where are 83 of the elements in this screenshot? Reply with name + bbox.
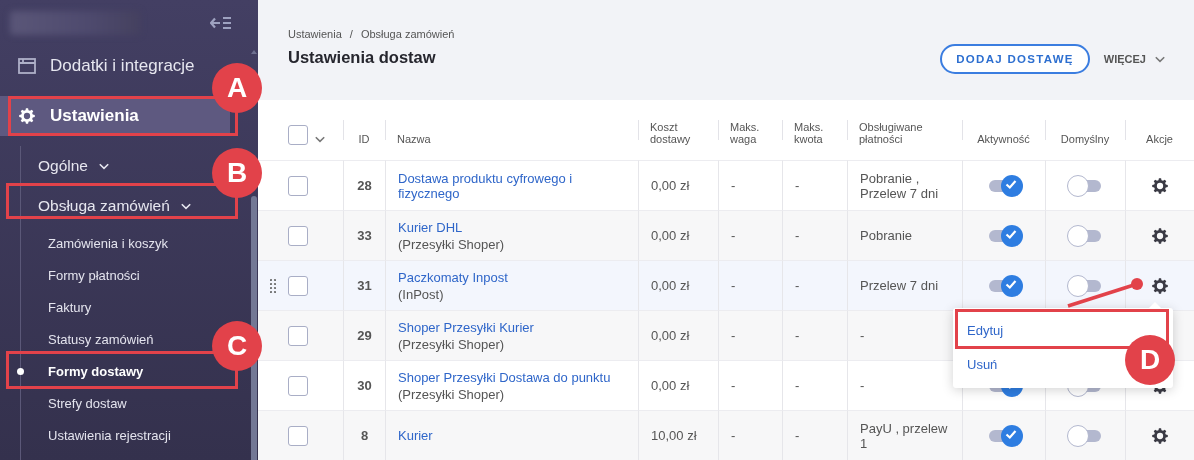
sidebar-link[interactable]: Statusy zamówień	[21, 323, 162, 355]
payments-cell: -	[860, 328, 865, 343]
id-cell: 33	[357, 228, 372, 243]
provider-label: (Przesyłki Shoper)	[398, 236, 505, 252]
max-weight-cell: -	[731, 178, 736, 193]
breadcrumb-link[interactable]: Ustawienia	[288, 28, 342, 40]
payments-cell: Przelew 7 dni	[860, 278, 939, 293]
delivery-name-link[interactable]: Shoper Przesyłki Kurier	[398, 319, 534, 335]
provider-label: (Przesyłki Shoper)	[398, 336, 506, 352]
id-cell: 8	[360, 428, 369, 443]
delivery-name-link[interactable]: Kurier DHL	[398, 219, 505, 235]
cost-cell: 10,00 zł	[651, 428, 697, 443]
add-delivery-button[interactable]: DODAJ DOSTAWĘ	[940, 44, 1090, 74]
scroll-up-icon[interactable]	[251, 50, 257, 54]
settings-icon[interactable]	[1151, 426, 1169, 445]
sidebar-link[interactable]: Formy dostawy	[21, 355, 152, 387]
select-all-checkbox[interactable]	[288, 125, 308, 145]
max-amount-cell: -	[795, 328, 800, 343]
more-dropdown[interactable]: WIĘCEJ	[1103, 53, 1166, 65]
row-checkbox[interactable]	[288, 225, 308, 246]
settings-icon	[18, 107, 36, 125]
menu-item[interactable]: Usuń	[953, 348, 1012, 382]
column-header: Maks. waga	[730, 121, 761, 145]
cost-cell: 0,00 zł	[651, 328, 690, 343]
cost-cell: 0,00 zł	[651, 378, 690, 393]
breadcrumb-link[interactable]: Obsługa zamówień	[360, 28, 455, 40]
column-header: Maks. kwota	[794, 121, 825, 145]
delivery-name-link[interactable]: Dostawa produktu cyfrowego i fizycznego	[398, 170, 630, 201]
provider-label: (Przesyłki Shoper)	[398, 386, 506, 402]
cost-cell: 0,00 zł	[651, 278, 690, 293]
sidebar-link[interactable]: Strefy dostaw	[21, 387, 135, 419]
cost-cell: 0,00 zł	[651, 228, 690, 243]
sidebar-link[interactable]: Formy płatności	[21, 259, 148, 291]
max-weight-cell: -	[731, 278, 736, 293]
column-header: Nazwa	[397, 133, 431, 145]
max-weight-cell: -	[731, 228, 736, 243]
settings-icon[interactable]	[1151, 176, 1169, 195]
max-amount-cell: -	[795, 378, 800, 393]
sidebar-link[interactable]: Zamówienia i koszyk	[21, 227, 176, 259]
collapse-sidebar-icon[interactable]	[210, 16, 232, 30]
id-cell: 28	[357, 178, 372, 193]
column-header: Aktywność	[977, 133, 1030, 145]
column-header: Domyślny	[1060, 133, 1110, 145]
sidebar-item[interactable]: Dodatki i integracje	[0, 46, 203, 86]
window-icon	[18, 58, 36, 74]
drag-handle-icon[interactable]	[270, 277, 276, 294]
menu-item[interactable]: Edytuj	[953, 314, 1018, 348]
delivery-name-link[interactable]: Shoper Przesyłki Dostawa do punktu	[398, 369, 611, 385]
sidebar-subitem[interactable]: Obsługa zamówień	[21, 185, 200, 227]
max-amount-cell: -	[795, 428, 800, 443]
max-amount-cell: -	[795, 228, 800, 243]
payments-cell: Pobranie	[860, 228, 913, 243]
id-cell: 30	[357, 378, 372, 393]
row-checkbox[interactable]	[288, 375, 308, 396]
column-header: ID	[358, 133, 370, 145]
payments-cell: -	[860, 378, 865, 393]
page-title: Ustawienia dostaw	[288, 48, 437, 67]
id-cell: 31	[357, 278, 372, 293]
settings-icon[interactable]	[1151, 226, 1169, 245]
max-weight-cell: -	[731, 378, 736, 393]
payments-cell-text: Pobranie , Przelew 7 dni	[860, 170, 940, 201]
delivery-name-link[interactable]: Paczkomaty Inpost	[398, 269, 508, 285]
max-weight-cell: -	[731, 328, 736, 343]
column-header: Obsługiwane płatności	[859, 121, 924, 145]
row-checkbox[interactable]	[288, 325, 308, 346]
payments-cell-text: PayU , przelew 1	[860, 420, 949, 451]
sidebar-subitem[interactable]: Ogólne	[21, 146, 118, 185]
breadcrumb-separator: /	[349, 28, 353, 40]
row-checkbox[interactable]	[288, 275, 308, 296]
sidebar-link[interactable]: Faktury	[21, 291, 100, 323]
cost-cell: 0,00 zł	[651, 178, 690, 193]
column-header: Koszt dostawy	[650, 121, 692, 145]
row-checkbox[interactable]	[288, 425, 308, 446]
settings-icon[interactable]	[1151, 276, 1169, 295]
max-amount-cell: -	[795, 278, 800, 293]
column-header: Akcje	[1146, 133, 1173, 145]
row-checkbox[interactable]	[288, 175, 308, 196]
id-cell: 29	[357, 328, 372, 343]
max-weight-cell: -	[731, 428, 736, 443]
delivery-name-link[interactable]: Kurier	[398, 428, 433, 443]
max-amount-cell: -	[795, 178, 800, 193]
provider-label: (InPost)	[398, 286, 445, 302]
sidebar-link[interactable]: Ustawienia rejestracji	[21, 419, 179, 451]
